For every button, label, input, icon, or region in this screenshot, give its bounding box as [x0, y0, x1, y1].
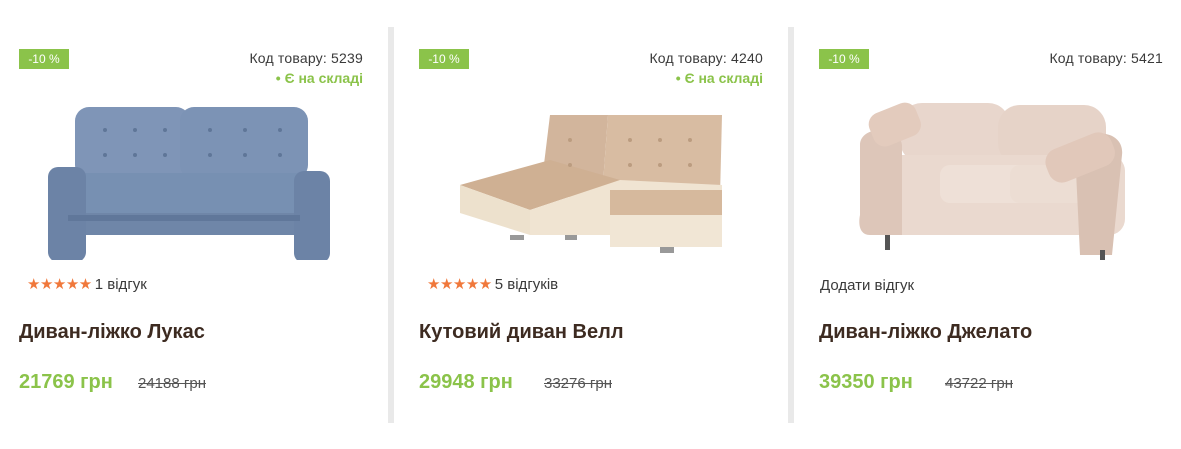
price: 21769 грн [19, 371, 113, 393]
stock-label: Є на складі [284, 70, 363, 86]
discount-badge: -10 % [819, 49, 869, 69]
product-image-sofa-beige[interactable] [830, 85, 1150, 260]
old-price: 24188 грн [138, 375, 206, 392]
product-title[interactable]: Диван-ліжко Лукас [19, 321, 205, 344]
rating[interactable]: ★★★★★ 5 відгуків [427, 275, 558, 294]
star-rating-icon: ★★★★★ [427, 276, 492, 293]
product-image-corner-sofa[interactable] [430, 85, 750, 260]
product-code: Код товару: 4240 [649, 50, 763, 66]
stock-status: • Є на складі [276, 70, 363, 86]
add-review-link[interactable]: Додати відгук [820, 277, 914, 294]
star-rating-icon: ★★★★★ [27, 276, 92, 293]
product-card[interactable]: -10 % Код товару: 5421 Додати відгук Див… [800, 27, 1181, 423]
stock-label: Є на складі [684, 70, 763, 86]
product-code: Код товару: 5239 [249, 50, 363, 66]
product-code: Код товару: 5421 [1049, 50, 1163, 66]
discount-badge: -10 % [19, 49, 69, 69]
stock-status: • Є на складі [676, 70, 763, 86]
stock-dot-icon: • [275, 70, 281, 86]
product-image-sofa-blue[interactable] [30, 85, 350, 260]
discount-badge: -10 % [419, 49, 469, 69]
price: 29948 грн [419, 371, 513, 393]
stock-dot-icon: • [675, 70, 681, 86]
product-title[interactable]: Кутовий диван Велл [419, 321, 624, 344]
reviews-count[interactable]: 1 відгук [95, 276, 147, 293]
price: 39350 грн [819, 371, 913, 393]
product-title[interactable]: Диван-ліжко Джелато [819, 321, 1032, 344]
product-card[interactable]: -10 % Код товару: 5239 • Є на складі ★★★★… [0, 27, 390, 423]
old-price: 43722 грн [945, 375, 1013, 392]
rating[interactable]: ★★★★★ 1 відгук [27, 275, 147, 294]
product-card[interactable]: -10 % Код товару: 4240 • Є на складі ★★★★… [400, 27, 790, 423]
old-price: 33276 грн [544, 375, 612, 392]
reviews-count[interactable]: 5 відгуків [495, 276, 558, 293]
